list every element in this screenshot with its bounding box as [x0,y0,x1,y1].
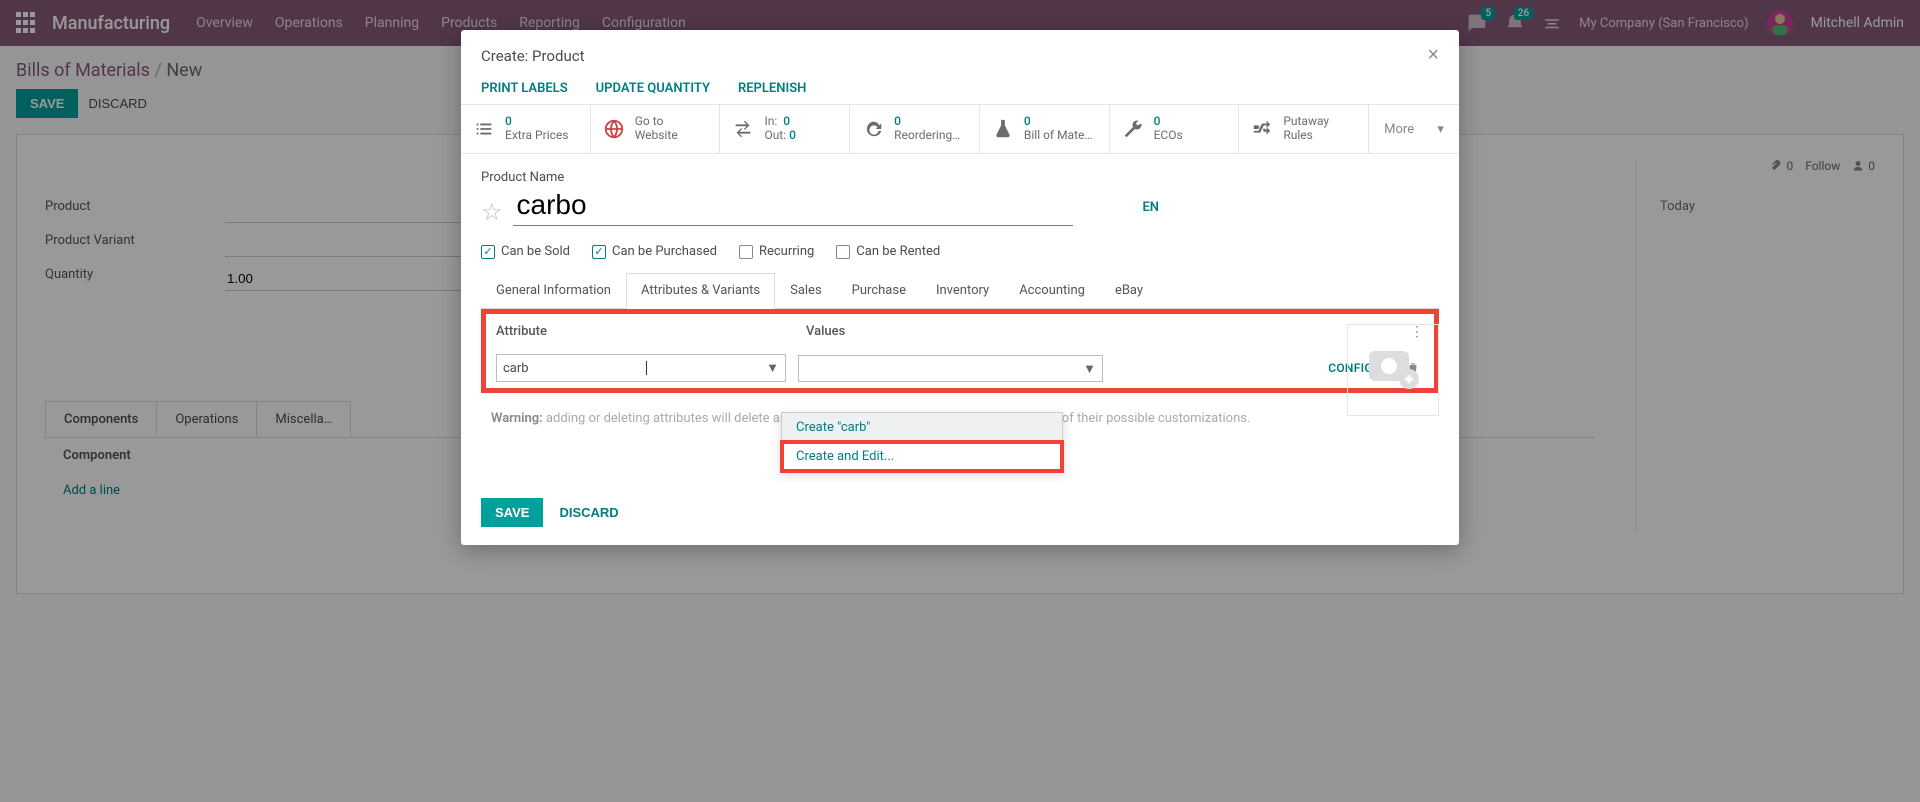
action-update-quantity[interactable]: UPDATE QUANTITY [596,81,710,96]
stat-ecos[interactable]: 0ECOs [1110,105,1240,153]
values-input[interactable]: ▼ [798,355,1103,382]
tab-ebay[interactable]: eBay [1100,273,1158,308]
tab-attributes-variants[interactable]: Attributes & Variants [626,273,775,309]
stat-bom[interactable]: 0Bill of Mate… [980,105,1110,153]
action-replenish[interactable]: REPLENISH [738,81,806,96]
stat-extra-prices[interactable]: 0Extra Prices [461,105,591,153]
close-icon[interactable]: × [1427,44,1439,67]
favorite-star-icon[interactable]: ☆ [481,198,503,226]
stat-website[interactable]: Go toWebsite [591,105,721,153]
tab-general-info[interactable]: General Information [481,273,626,308]
tab-accounting[interactable]: Accounting [1004,273,1100,308]
action-print-labels[interactable]: PRINT LABELS [481,81,568,96]
stat-reordering[interactable]: 0Reordering… [850,105,980,153]
stat-more[interactable]: More ▾ [1369,105,1459,153]
attribute-input[interactable]: carb ▼ [496,354,786,382]
stat-inout[interactable]: In: 0 Out: 0 [720,105,850,153]
dropdown-create[interactable]: Create "carb" [782,413,1062,442]
tab-inventory[interactable]: Inventory [921,273,1004,308]
tab-sales[interactable]: Sales [775,273,837,308]
check-can-be-rented[interactable]: ✓Can be Rented [836,244,940,259]
attribute-table-highlight: Attribute Values ⋮ carb ▼ ▼ CONFIGURE [481,309,1439,393]
chevron-down-icon: ▾ [1437,122,1444,137]
col-values: Values [806,324,1410,340]
modal-save-button[interactable]: SAVE [481,498,543,527]
product-image-placeholder[interactable] [1347,324,1439,416]
check-can-be-sold[interactable]: ✓Can be Sold [481,244,570,259]
wrench-icon [1122,118,1144,140]
modal-discard-button[interactable]: DISCARD [559,498,618,527]
transfer-icon [732,118,754,140]
lang-indicator[interactable]: EN [1142,200,1439,215]
dropdown-create-edit[interactable]: Create and Edit... [782,442,1062,471]
stat-bar: 0Extra Prices Go toWebsite In: 0 Out: 0 … [461,104,1459,154]
create-product-modal: Create: Product × PRINT LABELS UPDATE QU… [461,30,1459,545]
refresh-icon [862,118,884,140]
tab-purchase[interactable]: Purchase [837,273,921,308]
check-can-be-purchased[interactable]: ✓Can be Purchased [592,244,717,259]
modal-title: Create: Product [481,47,584,65]
col-attribute: Attribute [496,324,806,340]
product-name-label: Product Name [481,170,1439,185]
check-recurring[interactable]: ✓Recurring [739,244,814,259]
chevron-down-icon: ▼ [766,360,779,376]
list-icon [473,118,495,140]
globe-icon [603,118,625,140]
stat-putaway[interactable]: PutawayRules [1239,105,1369,153]
product-name-input[interactable] [513,189,1073,226]
chevron-down-icon: ▼ [1083,361,1096,376]
shuffle-icon [1251,118,1273,140]
attribute-dropdown: Create "carb" Create and Edit... [781,412,1063,472]
flask-icon [992,118,1014,140]
